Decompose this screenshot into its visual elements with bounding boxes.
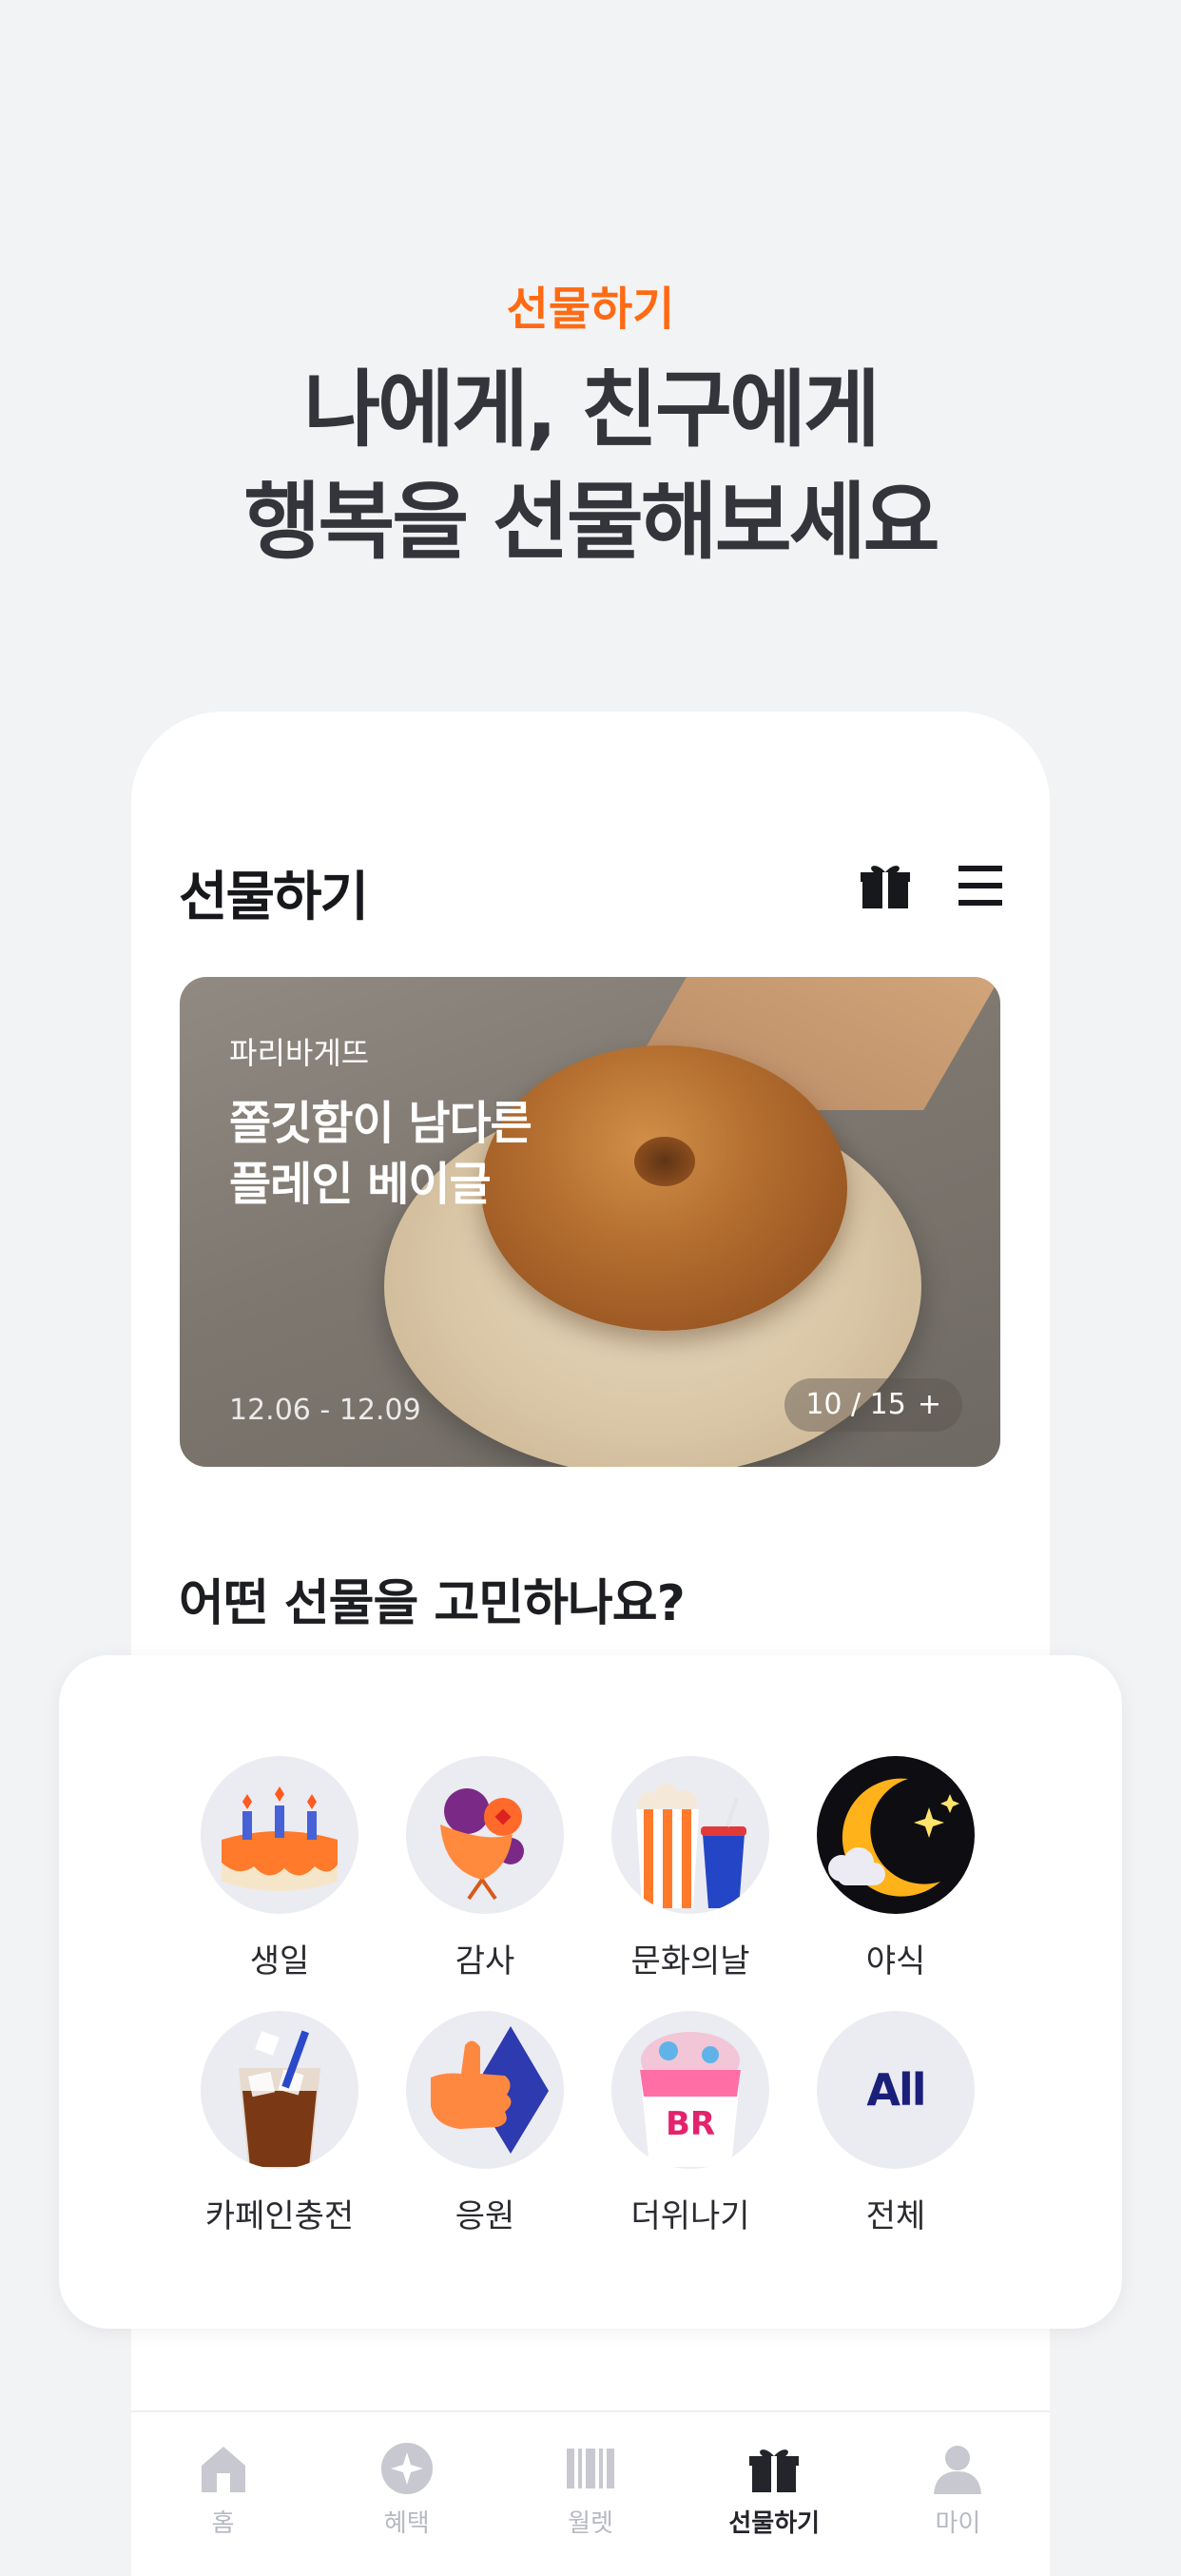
banner-pager-count: 10 / 15	[805, 1388, 906, 1421]
banner-headline-line1: 쫄깃함이 남다른	[229, 1097, 532, 1150]
tab-label: 선물하기	[728, 2509, 821, 2538]
banner-headline: 쫄깃함이 남다른 플레인 베이글	[229, 1093, 629, 1215]
app-title: 선물하기	[179, 867, 369, 928]
tab-my[interactable]: 마이	[866, 2412, 1050, 2557]
category-label: 더위나기	[630, 2197, 750, 2235]
tab-label: 월렛	[568, 2509, 613, 2538]
thumbs-up-icon	[406, 2011, 564, 2169]
category-label: 생일	[249, 1942, 310, 1981]
banner-pager[interactable]: 10 / 15 +	[784, 1378, 962, 1432]
hero-title-line2: 행복을 선물해보세요	[243, 473, 939, 571]
tab-benefits[interactable]: 혜택	[315, 2412, 498, 2557]
all-badge-text: All	[866, 2064, 926, 2116]
bouquet-icon	[406, 1756, 564, 1914]
tab-label: 홈	[211, 2509, 235, 2538]
tab-wallet[interactable]: 월렛	[498, 2412, 682, 2557]
menu-icon[interactable]	[957, 864, 1004, 907]
all-icon: All	[817, 2011, 975, 2169]
tab-home[interactable]: 홈	[131, 2412, 315, 2557]
banner-date: 12.06 - 12.09	[229, 1394, 421, 1427]
category-label: 전체	[865, 2197, 926, 2235]
svg-text:BR: BR	[666, 2105, 715, 2143]
category-label: 감사	[455, 1942, 515, 1981]
category-beat-the-heat[interactable]: BR 더위나기	[588, 2011, 793, 2236]
tab-label: 혜택	[383, 2509, 430, 2538]
tab-label: 마이	[935, 2509, 981, 2538]
ice-cream-icon: BR	[611, 2011, 769, 2169]
banner-headline-line2: 플레인 베이글	[229, 1158, 492, 1211]
popcorn-icon	[611, 1756, 769, 1914]
hero-tag: 선물하기	[506, 283, 675, 336]
category-all[interactable]: All 전체	[793, 2011, 998, 2236]
gift-icon[interactable]	[859, 859, 912, 912]
plus-icon: +	[917, 1388, 941, 1421]
iced-coffee-icon	[201, 2011, 358, 2169]
home-icon	[201, 2447, 245, 2492]
category-late-night-snack[interactable]: 야식	[793, 1756, 998, 1981]
banner-bagel-hole	[634, 1137, 695, 1186]
tab-gift[interactable]: 선물하기	[683, 2412, 866, 2557]
gift-icon	[749, 2449, 800, 2492]
category-cheer[interactable]: 응원	[382, 2011, 588, 2236]
birthday-cake-icon	[201, 1756, 358, 1914]
hero-title: 나에게, 친구에게 행복을 선물해보세요	[0, 354, 1181, 578]
category-birthday[interactable]: 생일	[177, 1756, 382, 1981]
banner-brand: 파리바게뜨	[229, 1035, 370, 1071]
section-title: 어떤 선물을 고민하나요?	[179, 1575, 686, 1632]
moon-icon	[817, 1756, 975, 1914]
hero-title-line1: 나에게, 친구에게	[303, 361, 881, 459]
category-label: 카페인충전	[204, 2197, 355, 2235]
category-label: 응원	[455, 2197, 515, 2235]
category-label: 문화의날	[630, 1942, 750, 1981]
category-thanks[interactable]: 감사	[382, 1756, 588, 1981]
category-card: 생일 감사 문화의날 야식 카페인충전 응원 BR 더위나기 All 전체	[59, 1655, 1122, 2329]
profile-icon	[934, 2446, 982, 2494]
category-label: 야식	[865, 1942, 926, 1981]
benefit-icon	[380, 2443, 433, 2494]
category-caffeine-charge[interactable]: 카페인충전	[177, 2011, 382, 2236]
wallet-barcode-icon	[567, 2449, 614, 2488]
bottom-tab-bar: 홈 혜택 월렛 선물하기 마이	[131, 2410, 1050, 2557]
category-culture-day[interactable]: 문화의날	[588, 1756, 793, 1981]
promo-banner[interactable]: 파리바게뜨 쫄깃함이 남다른 플레인 베이글 12.06 - 12.09 10 …	[180, 977, 1000, 1467]
